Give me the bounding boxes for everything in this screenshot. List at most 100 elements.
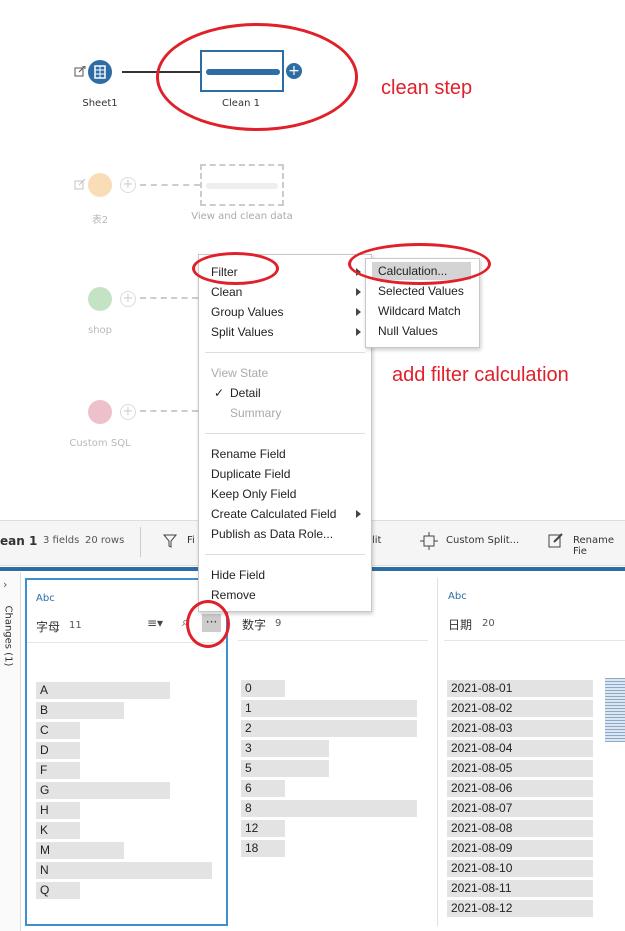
view-clean-placeholder[interactable] xyxy=(200,164,284,206)
menu-item-hide-field[interactable]: Hide Field xyxy=(211,566,265,584)
changes-side-tab[interactable]: › Changes (1) xyxy=(0,572,21,931)
menu-item-remove[interactable]: Remove xyxy=(211,586,256,604)
flow-connector xyxy=(140,297,198,299)
node-label: shop xyxy=(87,325,112,336)
custom-sql-node[interactable]: + Custom SQL xyxy=(60,400,140,460)
value-bar[interactable] xyxy=(241,760,329,777)
value-label: 2021-08-12 xyxy=(451,901,513,915)
value-label: A xyxy=(40,683,49,697)
value-bar[interactable] xyxy=(241,740,329,757)
field-name: 日期 xyxy=(448,618,473,632)
value-label: 2021-08-08 xyxy=(451,821,513,835)
sheet1-node[interactable]: Sheet1 xyxy=(60,60,140,120)
node-label: Sheet1 xyxy=(82,98,118,109)
step-name: ean 1 xyxy=(0,534,38,548)
value-bar[interactable] xyxy=(36,702,124,719)
field-name: 字母 xyxy=(36,620,61,634)
value-label: 12 xyxy=(245,821,259,835)
value-bar[interactable] xyxy=(36,782,170,799)
split-button[interactable]: lit xyxy=(372,535,381,546)
table-icon xyxy=(88,60,112,84)
value-label: 6 xyxy=(245,781,252,795)
value-bar[interactable] xyxy=(36,862,212,879)
menu-item-publish-data-role[interactable]: Publish as Data Role... xyxy=(211,525,333,543)
submenu-item-null-values[interactable]: Null Values xyxy=(378,322,438,340)
context-menu: Filter Clean Group Values Split Values V… xyxy=(198,254,372,612)
value-label: 2021-08-11 xyxy=(451,881,512,895)
menu-item-split-values[interactable]: Split Values xyxy=(211,323,273,341)
field-count: 11 xyxy=(69,620,82,631)
field-count: 9 xyxy=(275,618,282,629)
value-label: K xyxy=(40,823,49,837)
field-count: 20 xyxy=(482,618,495,629)
menu-item-duplicate-field[interactable]: Duplicate Field xyxy=(211,465,290,483)
flow-connector xyxy=(140,410,198,412)
value-bar[interactable] xyxy=(241,800,417,817)
annotation-circle xyxy=(186,600,230,648)
value-label: 2021-08-01 xyxy=(451,681,513,695)
menu-item-view-state: View State xyxy=(211,366,269,380)
add-icon[interactable]: + xyxy=(120,177,136,193)
value-label: M xyxy=(40,843,50,857)
rename-icon[interactable] xyxy=(548,532,564,548)
custom-split-icon[interactable] xyxy=(420,532,438,550)
value-label: 3 xyxy=(245,741,252,755)
table2-node[interactable]: + 表2 xyxy=(60,173,140,233)
menu-item-detail[interactable]: Detail xyxy=(230,384,261,402)
add-icon[interactable]: + xyxy=(120,291,136,307)
filter-button[interactable]: Fi xyxy=(187,535,195,546)
shop-node[interactable]: + shop xyxy=(60,287,140,347)
value-label: N xyxy=(40,863,49,877)
database-icon xyxy=(88,287,112,311)
menu-item-keep-only-field[interactable]: Keep Only Field xyxy=(211,485,296,503)
submenu-item-wildcard-match[interactable]: Wildcard Match xyxy=(378,302,461,320)
value-label: C xyxy=(40,723,49,737)
value-label: 2021-08-03 xyxy=(451,721,513,735)
row-count: 20 rows xyxy=(85,535,125,546)
check-icon: ✓ xyxy=(214,386,225,400)
rename-field-button[interactable]: Rename Fie xyxy=(573,535,625,557)
flow-connector xyxy=(140,184,200,186)
value-label: 2 xyxy=(245,721,252,735)
value-label: G xyxy=(40,783,50,797)
menu-item-group-values[interactable]: Group Values xyxy=(211,303,284,321)
value-label: 2021-08-07 xyxy=(451,801,513,815)
type-badge: Abc xyxy=(448,591,467,602)
menu-item-clean[interactable]: Clean xyxy=(211,283,242,301)
custom-split-button[interactable]: Custom Split... xyxy=(446,535,519,546)
value-label: 8 xyxy=(245,801,252,815)
value-bar[interactable] xyxy=(241,700,417,717)
field-card-numbers[interactable]: 数字 9 0 1 2 3 5 6 8 12 18 xyxy=(232,578,432,926)
annotation-circle xyxy=(156,23,358,131)
value-label: 0 xyxy=(245,681,252,695)
changes-label: Changes (1) xyxy=(2,605,14,667)
menu-item-rename-field[interactable]: Rename Field xyxy=(211,445,286,463)
value-bar[interactable] xyxy=(36,682,170,699)
value-label: 5 xyxy=(245,761,252,775)
scrollbar[interactable] xyxy=(605,678,625,742)
filter-icon[interactable] xyxy=(163,533,177,549)
annotation-add-filter: add filter calculation xyxy=(392,364,569,386)
value-bar[interactable] xyxy=(241,720,417,737)
annotation-circle xyxy=(348,243,491,285)
field-count: 3 fields xyxy=(43,535,80,546)
value-label: Q xyxy=(40,883,50,897)
add-icon[interactable]: + xyxy=(120,404,136,420)
value-label: 2021-08-02 xyxy=(451,701,513,715)
value-label: D xyxy=(40,743,49,757)
node-label: 表2 xyxy=(91,215,109,226)
sheet-icon xyxy=(88,173,112,197)
menu-item-summary[interactable]: Summary xyxy=(230,404,281,422)
type-badge: Abc xyxy=(36,593,55,604)
sort-icon[interactable]: ≡▾ xyxy=(147,616,163,630)
link-icon xyxy=(74,66,86,77)
node-label: View and clean data xyxy=(191,211,293,222)
menu-item-create-calculated-field[interactable]: Create Calculated Field xyxy=(211,505,336,523)
value-label: 1 xyxy=(245,701,252,715)
database-icon xyxy=(88,400,112,424)
value-label: H xyxy=(40,803,49,817)
field-name: 数字 xyxy=(242,618,267,632)
field-card-dates[interactable]: Abc 日期 20 2021-08-01 2021-08-02 2021-08-03… xyxy=(437,578,625,926)
chevron-right-icon: › xyxy=(3,578,8,591)
annotation-clean-step: clean step xyxy=(381,77,473,99)
